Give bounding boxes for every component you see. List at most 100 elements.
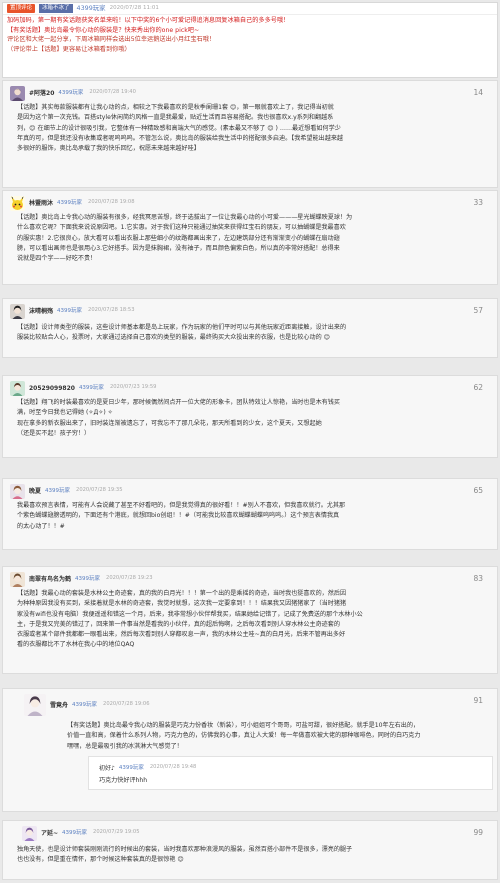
comment-username[interactable]: 南翠有鸟名为鹤: [29, 575, 71, 584]
comment-line: 什么喜欢它呢？下面我来说说原因吧。1.它实惠。对于我们这种只能通过抽奖来获得红宝…: [17, 224, 346, 232]
comment-card: #阿落20 4399玩家 2020/07/28 19:40 14 【话题】其实每…: [2, 80, 498, 188]
user-badge: 4399玩家: [62, 829, 88, 836]
user-badge: 4399玩家: [118, 764, 144, 771]
comment-date: 2020/07/28 19:06: [103, 701, 150, 708]
comment-date: 2020/07/28 18:53: [88, 307, 135, 314]
comment-username[interactable]: 林暨雨沐: [29, 199, 53, 208]
floor-number: 91: [473, 696, 483, 705]
avatar[interactable]: [10, 303, 25, 319]
pinned-user-badge[interactable]: 4399玩家: [77, 4, 106, 14]
comment-header: 雪竟舟 4399玩家 2020/07/28 19:06: [24, 694, 150, 716]
comment-body: 独角天使，也是设计师套装刚刚流行的时候出的套装，当时我喜欢那种浪漫风的服装，虽然…: [17, 845, 475, 866]
comment-username[interactable]: #阿落20: [29, 89, 54, 98]
user-badge: 4399玩家: [78, 384, 104, 391]
comment-line: 现在拿多的新衣服出来了，旧时装连渐被遗忘了，可我忘不了那几朵花，那天所看到的少女…: [17, 419, 322, 427]
pinned-line: 【有奖话题】奥比岛最令你心动的服装是？快来秀出你的one pick吧~: [7, 26, 200, 34]
comment-header: 晚夏 4399玩家 2020/07/28 19:35: [10, 483, 123, 499]
comment-header: 林暨雨沐 4399玩家 2020/07/28 19:08: [10, 195, 135, 211]
comment-card: 晚夏 4399玩家 2020/07/28 19:35 65 我最喜欢预言表情，可…: [2, 478, 498, 550]
reply-body: 巧克力快好评hhh: [99, 777, 148, 784]
avatar[interactable]: [24, 694, 46, 716]
reply-username[interactable]: 初好♪: [99, 764, 115, 773]
reply-date: 2020/07/28 19:48: [149, 764, 197, 771]
comment-line: 也也没有，但是重在情怀，那个时候这种套装真的是很惊艳 😊: [17, 856, 184, 864]
comment-card: 林暨雨沐 4399玩家 2020/07/28 19:08 33 【话题】奥比岛上…: [2, 190, 498, 285]
floor-number: 62: [473, 383, 483, 392]
comment-username[interactable]: ア延~: [41, 829, 58, 838]
comment-line: 【话题】奥比岛上令我心动的服装有很多，经我冥思苦想，终于选拔出了一位让我最心动的…: [17, 214, 353, 221]
comment-date: 2020/07/28 19:23: [106, 575, 153, 582]
comment-card: 雪竟舟 4399玩家 2020/07/28 19:06 91 【有奖话题】奥比岛…: [2, 688, 498, 812]
comment-line: 说就是四个字——好吃不贵！: [17, 255, 97, 263]
comment-line: 【话题】设计师类型的服装，这些设计师基本都是岛上玩家，作为玩家的他们平时可以与其…: [17, 324, 347, 331]
user-badge: 4399玩家: [45, 487, 71, 494]
comment-line: 看的衣服都比不了水林在我心中的地位QAQ: [17, 641, 135, 649]
comment-username[interactable]: 沫晴桐殇: [29, 307, 53, 316]
comment-username[interactable]: 20529099820: [29, 384, 75, 393]
reply-header: 初好♪ 4399玩家 2020/07/28 19:48: [99, 760, 196, 776]
avatar[interactable]: [10, 380, 25, 396]
comment-date: 2020/07/28 19:35: [76, 487, 123, 494]
avatar[interactable]: [10, 195, 25, 211]
comment-line: 【话题】其实每款服装都有让我心动的点，相较之下我最喜欢的是秋季阑珊1套 😊，第一…: [17, 104, 334, 111]
user-badge: 4399玩家: [72, 701, 98, 708]
floor-number: 65: [473, 486, 483, 495]
comment-line: 独角天使，也是设计师套装刚刚流行的时候出的套装，当时我喜欢那种浪漫风的服装，虽然…: [17, 846, 353, 853]
floor-number: 57: [473, 306, 483, 315]
comment-line: 满，时至今日我也记得她 (✧Д✧) ✧: [17, 409, 113, 417]
comment-date: 2020/07/28 19:08: [88, 199, 135, 206]
comment-body: 【话题】其实每款服装都有让我心动的点，相较之下我最喜欢的是秋季阑珊1套 😊，第一…: [17, 103, 475, 154]
comment-header: ア延~ 4399玩家 2020/07/29 19:05: [22, 825, 140, 841]
comment-username[interactable]: 雪竟舟: [50, 701, 68, 710]
comment-header: 沫晴桐殇 4399玩家 2020/07/28 18:53: [10, 303, 135, 319]
comment-line: 列，😊 在细节上的设计很吸引我，它整体有一种精致感和高端大气的感觉。(素本最又不…: [17, 124, 341, 132]
comment-date: 2020/07/28 19:40: [89, 89, 136, 96]
comment-line: 为种种原因我没有买到，采接着就是水林的奇迹套，我觉时就想，这次我一定要拿到！！！…: [17, 600, 347, 608]
avatar[interactable]: [10, 571, 25, 587]
comment-card: 沫晴桐殇 4399玩家 2020/07/28 18:53 57 【话题】设计师类…: [2, 298, 498, 358]
user-badge: 4399玩家: [57, 307, 83, 314]
pinned-line: 评论区和大佬一起分享，下周冰箱同样会选出5位幸运鹅送出小月红宝石哦！: [7, 36, 216, 44]
user-badge: 4399玩家: [57, 199, 83, 206]
comment-line: 膀，可以看出画师也是很用心3.它好搭手。因为是抹胸裙，没有袖子，而且颜色偏紫白色…: [17, 244, 340, 252]
comment-line: 衣服或者某个部件我都都一眼看出来，然后每次看到别人穿都叹息一声，我的水林公主哇~…: [17, 631, 346, 639]
avatar[interactable]: [10, 85, 25, 101]
comment-card: 20529099820 4399玩家 2020/07/23 19:59 62 【…: [2, 375, 498, 458]
comment-body: 【有奖话题】奥比岛最令我心动的服装是巧克力份香妆（新装），可小姐姐可个哥哥，可盐…: [67, 721, 487, 752]
comment-line: 的太心动了！！#: [17, 522, 65, 530]
comment-line: 的服实惠！2.它很良心，放大看可以看出衣服上那些细小的纹路都画出来了，左边建筑部…: [17, 234, 340, 242]
comment-line: 我最喜欢预言表情，可能有人会说藏了甚至不好看吧的，但是我觉得真的很好看！！#别人…: [17, 502, 346, 509]
comment-line: 是因为这个第一次充钱。百搭style休闲简约风格一直是我最爱，贴近生活而且容易搭…: [17, 114, 334, 122]
comment-body: 【话题】奥比岛上令我心动的服装有很多，经我冥思苦想，终于选拔出了一位让我最心动的…: [17, 213, 475, 264]
comment-card: 南翠有鸟名为鹤 4399玩家 2020/07/28 19:23 83 【话题】我…: [2, 566, 498, 674]
pinned-post-body: 加码加码，第一期有奖话题获奖名单来啦！以下中奖的6个小可爱记得追消息回复冰箱自己…: [3, 15, 497, 55]
pinned-badge: 置顶评论: [7, 4, 36, 13]
floor-number: 99: [473, 828, 483, 837]
pinned-post-header: 置顶评论 冰箱不冰了 4399玩家 2020/07/28 11:01: [3, 3, 497, 15]
comment-username[interactable]: 晚夏: [29, 487, 41, 496]
comment-body: 【话题】设计师类型的服装，这些设计师基本都是岛上玩家，作为玩家的他们平时可以与其…: [17, 323, 475, 344]
comment-line: 主，于是我又完美的错过了，回来第一件事当然是看我的小伙伴，真的超后悔啊，之后每次…: [17, 620, 340, 628]
comment-line: 年真的可，但是我还没有收集或者呢呜呜呜。不管怎么说，奥比岛的服装给我生活中的搭配…: [17, 134, 344, 142]
avatar[interactable]: [22, 825, 37, 841]
comment-line: 个紫色蝴蝶翅膀透明的，下面还有个港底，就想回bio创组！！#（可能我比较喜欢蝴蝶…: [17, 512, 340, 520]
comment-header: 南翠有鸟名为鹤 4399玩家 2020/07/28 19:23: [10, 571, 153, 587]
comment-line: 【话题】翔飞的时装最喜欢的是夏日少年，那时候偶然间点开一位大佬的形象卡，团队特效…: [17, 399, 340, 406]
comment-line: 【话题】我最心动的套装是水林公主奇迹套，真的我的白月光！！！第一个出的是乘摇的奇…: [17, 590, 347, 597]
comment-line: 服装比较贴合人心，投票时，大家通过选择自己喜欢的类型的服装，最终购买大众投出来的…: [17, 334, 330, 342]
pinned-line: （评论带上【话题】更容易让冰箱看到你哦）: [7, 45, 131, 53]
user-badge: 4399玩家: [58, 89, 84, 96]
avatar[interactable]: [10, 483, 25, 499]
comment-header: 20529099820 4399玩家 2020/07/23 19:59: [10, 380, 156, 396]
comment-line: 嘿嘿，总是最吸引我的冰淇淋大气感觉了！: [67, 742, 183, 750]
user-badge: 4399玩家: [75, 575, 101, 582]
comment-line: 【有奖话题】奥比岛最令我心动的服装是巧克力份香妆（新装），可小姐姐可个哥哥，可盐…: [67, 722, 420, 729]
pinned-post-date: 2020/07/28 11:01: [109, 5, 159, 12]
comment-date: 2020/07/23 19:59: [109, 384, 157, 391]
comment-header: #阿落20 4399玩家 2020/07/28 19:40: [10, 85, 136, 101]
comment-line: （还是买不起！孩子穷！）: [17, 429, 91, 437]
comment-body: 【话题】翔飞的时装最喜欢的是夏日少年，那时候偶然间点开一位大佬的形象卡，团队特效…: [17, 398, 475, 439]
comment-line: 价值一直和高，保着什么系列人物，巧克力色的，仿佛我的心事，真让人大爱！每一年做喜…: [67, 732, 421, 740]
floor-number: 83: [473, 574, 483, 583]
comment-body: 【话题】我最心动的套装是水林公主奇迹套，真的我的白月光！！！第一个出的是乘摇的奇…: [17, 589, 475, 651]
